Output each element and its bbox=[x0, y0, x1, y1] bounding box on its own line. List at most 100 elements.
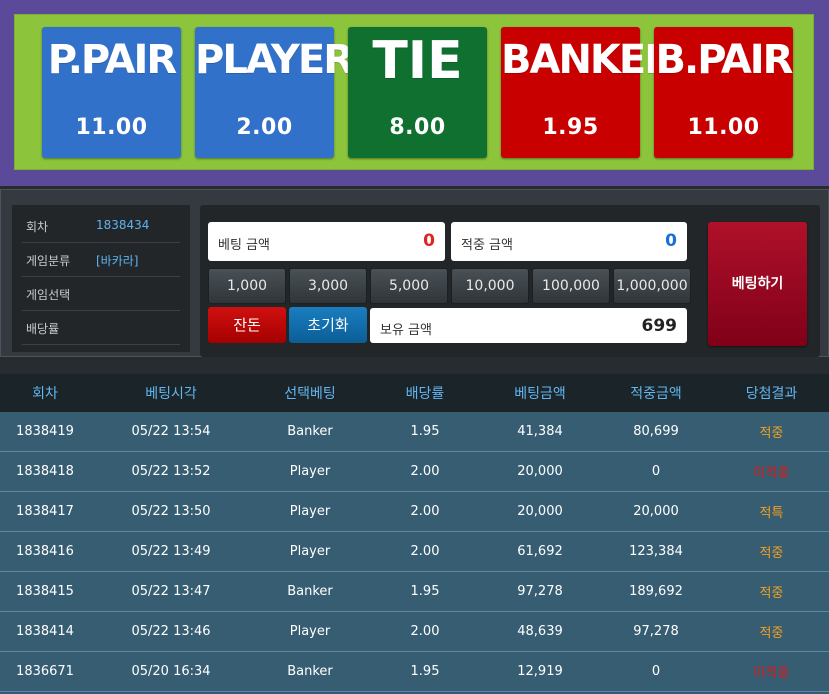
info-row-selection: 게임선택 bbox=[22, 277, 180, 311]
cell-time: 05/22 13:50 bbox=[131, 504, 211, 519]
cell-result: 적특 bbox=[759, 506, 784, 521]
chip-button-10000[interactable]: 10,000 bbox=[451, 268, 529, 304]
bet-option-name: B.PAIR bbox=[655, 37, 794, 83]
cell-time: 05/22 13:52 bbox=[131, 464, 211, 479]
cell-rate: 2.00 bbox=[410, 624, 440, 639]
cell-result: 미적중 bbox=[753, 466, 790, 481]
cell-pick: Player bbox=[289, 464, 331, 479]
cell-pick: Banker bbox=[287, 424, 333, 439]
bet-amount-field: 베팅 금액 0 bbox=[208, 222, 445, 261]
cell-time: 05/22 13:54 bbox=[131, 424, 211, 439]
cell-win: 0 bbox=[651, 664, 661, 679]
info-row-round: 회차 1838434 bbox=[22, 209, 180, 243]
cell-time: 05/22 13:47 bbox=[131, 584, 211, 599]
cell-bet: 12,919 bbox=[517, 664, 563, 679]
balance-field: 보유 금액 699 bbox=[370, 308, 687, 343]
cell-pick: Banker bbox=[287, 664, 333, 679]
cell-result: 미적중 bbox=[753, 666, 790, 681]
cell-result: 적중 bbox=[759, 546, 784, 561]
table-row: 1838414 05/22 13:46 Player 2.00 48,639 97,278… bbox=[0, 612, 829, 652]
header-rate: 배당률 bbox=[405, 386, 445, 402]
category-label: 게임분류 bbox=[26, 254, 71, 268]
header-time: 베팅시각 bbox=[145, 386, 197, 402]
table-row: 1838417 05/22 13:50 Player 2.00 20,000 20,000… bbox=[0, 492, 829, 532]
chip-button-1000000[interactable]: 1,000,000 bbox=[613, 268, 691, 304]
bet-option-odds: 11.00 bbox=[687, 115, 760, 140]
cell-round: 1838414 bbox=[16, 624, 74, 639]
cell-rate: 1.95 bbox=[410, 424, 440, 439]
bet-board-frame: P.PAIR 11.00 PLAYER 2.00 TIE 8.00 BANKER… bbox=[0, 0, 829, 186]
bet-option-odds: 2.00 bbox=[236, 115, 293, 140]
balance-label: 보유 금액 bbox=[380, 323, 432, 338]
info-row-rate: 배당률 bbox=[22, 311, 180, 345]
cell-bet: 97,278 bbox=[517, 584, 563, 599]
reset-button[interactable]: 초기화 bbox=[289, 307, 367, 343]
cell-round: 1836671 bbox=[16, 664, 74, 679]
cell-round: 1838415 bbox=[16, 584, 74, 599]
header-round: 회차 bbox=[32, 386, 58, 402]
cell-win: 189,692 bbox=[629, 584, 683, 599]
bet-option-player[interactable]: PLAYER 2.00 bbox=[195, 27, 354, 158]
cell-rate: 2.00 bbox=[410, 504, 440, 519]
bet-option-odds: 1.95 bbox=[542, 115, 599, 140]
round-info-panel: 회차 1838434 게임분류 [바카라] 게임선택 배당률 bbox=[12, 205, 190, 352]
cell-win: 123,384 bbox=[629, 544, 683, 559]
chip-button-1000[interactable]: 1,000 bbox=[208, 268, 286, 304]
table-row: 1838419 05/22 13:54 Banker 1.95 41,384 80,699… bbox=[0, 412, 829, 452]
bet-option-banker-pair[interactable]: B.PAIR 11.00 bbox=[654, 27, 793, 158]
info-row-category: 게임분류 [바카라] bbox=[22, 243, 180, 277]
header-win: 적중금액 bbox=[630, 386, 682, 402]
cell-win: 0 bbox=[651, 464, 661, 479]
category-value: [바카라] bbox=[96, 254, 139, 268]
cell-pick: Banker bbox=[287, 584, 333, 599]
cell-time: 05/22 13:49 bbox=[131, 544, 211, 559]
cell-win: 97,278 bbox=[633, 624, 679, 639]
header-pick: 선택베팅 bbox=[284, 386, 336, 402]
table-row: 1838416 05/22 13:49 Player 2.00 61,692 123,38… bbox=[0, 532, 829, 572]
cell-bet: 20,000 bbox=[517, 464, 563, 479]
bet-option-odds: 11.00 bbox=[75, 115, 148, 140]
cell-rate: 2.00 bbox=[410, 464, 440, 479]
cell-round: 1838418 bbox=[16, 464, 74, 479]
cell-round: 1838416 bbox=[16, 544, 74, 559]
cell-result: 적중 bbox=[759, 626, 784, 641]
header-result: 당첨결과 bbox=[745, 386, 798, 402]
bet-amount-label: 베팅 금액 bbox=[218, 238, 270, 253]
cell-pick: Player bbox=[289, 624, 331, 639]
bet-option-odds: 8.00 bbox=[389, 115, 446, 140]
bet-option-tie[interactable]: TIE 8.00 bbox=[348, 27, 487, 158]
bet-board: P.PAIR 11.00 PLAYER 2.00 TIE 8.00 BANKER… bbox=[14, 14, 814, 170]
cell-bet: 61,692 bbox=[517, 544, 563, 559]
control-panel-frame: 회차 1838434 게임분류 [바카라] 게임선택 배당률 베팅 금액 0 적… bbox=[0, 186, 829, 374]
baccarat-page: P.PAIR 11.00 PLAYER 2.00 TIE 8.00 BANKER… bbox=[0, 0, 829, 694]
cell-rate: 1.95 bbox=[410, 584, 440, 599]
cell-win: 20,000 bbox=[633, 504, 679, 519]
cell-round: 1838419 bbox=[16, 424, 74, 439]
chip-button-100000[interactable]: 100,000 bbox=[532, 268, 610, 304]
win-amount-label: 적중 금액 bbox=[461, 238, 513, 253]
cell-result: 적중 bbox=[759, 426, 784, 441]
bet-option-name: P.PAIR bbox=[47, 37, 177, 83]
chip-button-5000[interactable]: 5,000 bbox=[370, 268, 448, 304]
change-button[interactable]: 잔돈 bbox=[208, 307, 286, 343]
place-bet-button[interactable]: 베팅하기 bbox=[708, 222, 807, 346]
cell-round: 1838417 bbox=[16, 504, 74, 519]
bet-option-player-pair[interactable]: P.PAIR 11.00 bbox=[42, 27, 181, 158]
cell-pick: Player bbox=[289, 504, 331, 519]
win-amount-field: 적중 금액 0 bbox=[451, 222, 687, 261]
header-bet: 베팅금액 bbox=[514, 386, 566, 402]
win-amount-value: 0 bbox=[665, 231, 677, 251]
betting-box: 베팅 금액 0 적중 금액 0 1,000 3,000 5,000 10,000… bbox=[200, 205, 820, 357]
cell-bet: 41,384 bbox=[517, 424, 563, 439]
round-value: 1838434 bbox=[96, 218, 150, 232]
cell-rate: 2.00 bbox=[410, 544, 440, 559]
bet-history-table: 회차 베팅시각 선택베팅 배당률 베팅금액 적중금액 당첨결과 1838419 0… bbox=[0, 374, 829, 694]
chip-button-3000[interactable]: 3,000 bbox=[289, 268, 367, 304]
bet-option-banker[interactable]: BANKER 1.95 bbox=[501, 27, 675, 158]
cell-pick: Player bbox=[289, 544, 331, 559]
bet-option-name: BANKER bbox=[501, 37, 675, 83]
rate-label: 배당률 bbox=[26, 322, 60, 336]
table-row: 1836671 05/20 16:34 Banker 1.95 12,919 0 미적중 bbox=[0, 652, 829, 692]
cell-win: 80,699 bbox=[633, 424, 679, 439]
cell-bet: 20,000 bbox=[517, 504, 563, 519]
